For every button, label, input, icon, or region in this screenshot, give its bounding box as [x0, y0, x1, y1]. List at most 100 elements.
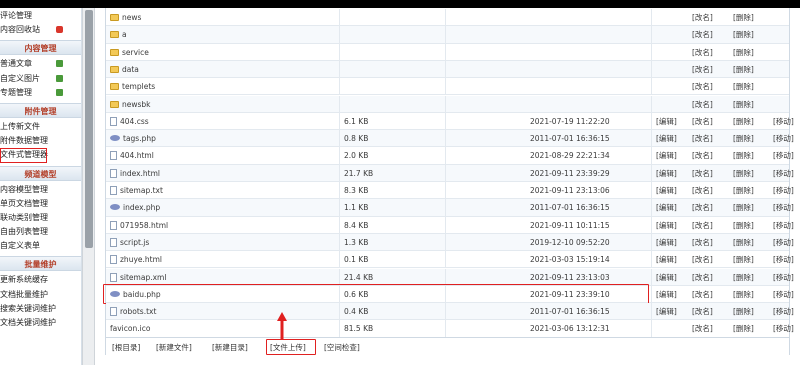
- space-check-button[interactable]: [空间检查]: [324, 341, 360, 354]
- action-link[interactable]: [移动]: [773, 199, 794, 216]
- directory-name-link[interactable]: data: [122, 65, 139, 74]
- sidebar-item[interactable]: 搜索关键词维护: [0, 302, 81, 316]
- file-row[interactable]: index.html 21.7 KB 2021-09-11 23:39:29 [编辑]…: [106, 164, 794, 182]
- sidebar-scrollbar[interactable]: [82, 8, 95, 365]
- directory-row[interactable]: data [改名] [删除]: [106, 60, 789, 79]
- scrollbar-thumb[interactable]: [85, 10, 93, 248]
- directory-name-link[interactable]: a: [122, 30, 127, 39]
- directory-row[interactable]: service [改名] [删除]: [106, 43, 789, 61]
- action-link[interactable]: [改名]: [692, 303, 713, 320]
- file-name-link[interactable]: 071958.html: [120, 221, 168, 230]
- action-link[interactable]: [编辑]: [652, 182, 677, 199]
- file-row[interactable]: tags.php 0.8 KB 2011-07-01 16:36:15 [编辑] [改名…: [106, 130, 794, 148]
- sidebar-group-title[interactable]: 附件管理: [0, 102, 81, 118]
- directory-row[interactable]: newsbk [改名] [删除]: [106, 95, 789, 113]
- sidebar-item[interactable]: 附件数据管理: [0, 134, 81, 148]
- sidebar-item[interactable]: 文档批量维护: [0, 288, 81, 302]
- action-link[interactable]: [改名]: [692, 78, 713, 95]
- action-link[interactable]: [删除]: [733, 199, 754, 216]
- file-name-link[interactable]: sitemap.xml: [120, 273, 166, 282]
- action-link[interactable]: [移动]: [773, 286, 794, 303]
- action-link[interactable]: [改名]: [692, 147, 713, 164]
- action-link[interactable]: [编辑]: [652, 269, 677, 286]
- action-link[interactable]: [编辑]: [652, 165, 677, 182]
- action-link[interactable]: [编辑]: [652, 147, 677, 164]
- file-name-link[interactable]: favicon.ico: [110, 324, 150, 333]
- action-link[interactable]: [改名]: [692, 165, 713, 182]
- action-link[interactable]: [移动]: [773, 320, 794, 337]
- file-row[interactable]: sitemap.txt 8.3 KB 2021-09-11 23:13:06 [编辑]…: [106, 182, 794, 200]
- directory-name-link[interactable]: news: [122, 13, 141, 22]
- action-link[interactable]: [改名]: [692, 96, 713, 113]
- action-link[interactable]: [移动]: [773, 147, 794, 164]
- directory-name-link[interactable]: service: [122, 48, 149, 57]
- action-link[interactable]: [改名]: [692, 234, 713, 251]
- file-name-link[interactable]: sitemap.txt: [120, 186, 163, 195]
- action-link[interactable]: [编辑]: [652, 217, 677, 234]
- file-name-link[interactable]: script.js: [120, 238, 149, 247]
- action-link[interactable]: [删除]: [733, 165, 754, 182]
- action-link[interactable]: [移动]: [773, 113, 794, 130]
- action-link[interactable]: [删除]: [733, 303, 754, 320]
- file-name-link[interactable]: tags.php: [123, 134, 156, 143]
- sidebar-item[interactable]: 评论管理: [0, 9, 81, 23]
- action-link[interactable]: [改名]: [692, 113, 713, 130]
- file-name-link[interactable]: 404.html: [120, 151, 154, 160]
- action-link[interactable]: [移动]: [773, 303, 794, 320]
- action-link[interactable]: [删除]: [733, 320, 754, 337]
- action-link[interactable]: [编辑]: [652, 113, 677, 130]
- add-icon[interactable]: [56, 60, 63, 68]
- action-link[interactable]: [删除]: [733, 61, 754, 78]
- sidebar-item[interactable]: 自定义图片: [0, 72, 81, 86]
- sidebar-item[interactable]: 更新系统缓存: [0, 273, 81, 287]
- action-link[interactable]: [移动]: [773, 130, 794, 147]
- action-link[interactable]: [改名]: [692, 130, 713, 147]
- file-row[interactable]: index.php 1.1 KB 2011-07-01 16:36:15 [编辑] [改…: [106, 199, 794, 217]
- action-link[interactable]: [删除]: [733, 26, 754, 43]
- new-dir-button[interactable]: [新建目录]: [212, 341, 248, 354]
- action-link[interactable]: [删除]: [733, 286, 754, 303]
- action-link[interactable]: [编辑]: [652, 251, 677, 268]
- action-link[interactable]: [编辑]: [652, 130, 677, 147]
- action-link[interactable]: [改名]: [692, 251, 713, 268]
- action-link[interactable]: [删除]: [733, 113, 754, 130]
- add-icon[interactable]: [56, 74, 63, 82]
- add-icon[interactable]: [56, 88, 63, 96]
- action-link[interactable]: [删除]: [733, 234, 754, 251]
- action-link[interactable]: [改名]: [692, 217, 713, 234]
- sidebar-group-title[interactable]: 频道模型: [0, 165, 81, 181]
- sidebar-group-title[interactable]: 批量维护: [0, 256, 81, 272]
- action-link[interactable]: [删除]: [733, 147, 754, 164]
- action-link[interactable]: [改名]: [692, 199, 713, 216]
- action-link[interactable]: [改名]: [692, 44, 713, 61]
- action-link[interactable]: [移动]: [773, 269, 794, 286]
- action-link[interactable]: [编辑]: [652, 286, 677, 303]
- sidebar-item[interactable]: 上传新文件: [0, 120, 81, 134]
- file-row[interactable]: 071958.html 8.4 KB 2021-09-11 10:11:15 [编辑]…: [106, 216, 794, 234]
- new-file-button[interactable]: [新建文件]: [156, 341, 192, 354]
- sidebar-group-title[interactable]: 内容管理: [0, 40, 81, 56]
- file-row[interactable]: 404.css 6.1 KB 2021-07-19 11:22:20 [编辑] [改名]…: [106, 112, 794, 131]
- action-link[interactable]: [改名]: [692, 61, 713, 78]
- action-link[interactable]: [改名]: [692, 286, 713, 303]
- action-link[interactable]: [移动]: [773, 234, 794, 251]
- action-link[interactable]: [删除]: [733, 78, 754, 95]
- action-link[interactable]: [移动]: [773, 165, 794, 182]
- action-link[interactable]: [删除]: [733, 130, 754, 147]
- file-row[interactable]: script.js 1.3 KB 2019-12-10 09:52:20 [编辑] [改…: [106, 233, 794, 252]
- file-name-link[interactable]: index.html: [120, 169, 160, 178]
- sidebar-item[interactable]: 普通文章: [0, 57, 81, 71]
- action-link[interactable]: [移动]: [773, 217, 794, 234]
- action-link[interactable]: [删除]: [733, 269, 754, 286]
- sidebar-item[interactable]: 单页文档管理: [0, 197, 81, 211]
- action-link[interactable]: [删除]: [733, 44, 754, 61]
- action-link[interactable]: [改名]: [692, 269, 713, 286]
- file-name-link[interactable]: robots.txt: [120, 307, 156, 316]
- sidebar-item[interactable]: 专题管理: [0, 86, 81, 100]
- directory-name-link[interactable]: templets: [122, 82, 155, 91]
- directory-name-link[interactable]: newsbk: [122, 100, 151, 109]
- sidebar-item[interactable]: 文档关键词维护: [0, 316, 81, 330]
- sidebar-item[interactable]: 联动类别管理: [0, 211, 81, 225]
- action-link[interactable]: [编辑]: [652, 199, 677, 216]
- file-row[interactable]: favicon.ico 81.5 KB 2021-03-06 13:12:31 [改名…: [106, 320, 794, 338]
